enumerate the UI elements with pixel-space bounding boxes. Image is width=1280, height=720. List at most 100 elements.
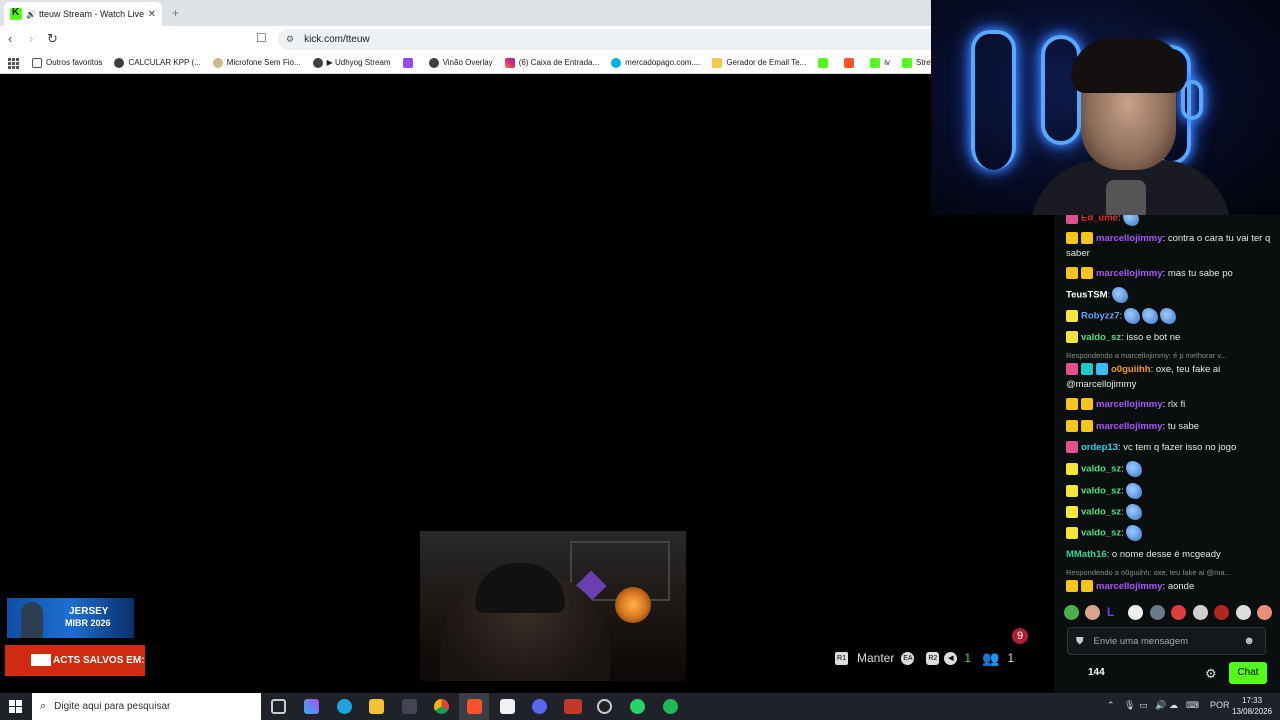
- bookmark-item[interactable]: Gerador de Email Te...: [712, 57, 806, 68]
- chat-message[interactable]: ordep13: vc tem q fazer isso no jogo: [1066, 440, 1274, 455]
- emote-icon[interactable]: [1171, 605, 1187, 620]
- bookmark-item[interactable]: CALCULAR KPP (...: [114, 57, 201, 68]
- chat-text: : vc tem q fazer isso no jogo: [1117, 442, 1237, 453]
- apps-grid-icon[interactable]: [8, 57, 19, 69]
- chat-message[interactable]: marcellojimmy: rlx fi: [1066, 397, 1274, 412]
- emote-icon[interactable]: [1064, 605, 1079, 620]
- address-bar[interactable]: ⚙ kick.com/tteuw: [278, 29, 938, 50]
- chat-message[interactable]: Robyzz7:: [1066, 308, 1274, 324]
- emote-icon[interactable]: [1085, 605, 1101, 620]
- chat-message[interactable]: valdo_sz: isso e bot ne: [1066, 330, 1274, 345]
- speaker-tray-icon[interactable]: 🔊: [1155, 700, 1166, 711]
- file-explorer-icon[interactable]: [369, 699, 384, 714]
- chat-username[interactable]: marcellojimmy: [1096, 581, 1163, 592]
- emote-icon[interactable]: [1128, 605, 1144, 620]
- chat-message[interactable]: TeusTSM:: [1066, 287, 1274, 303]
- task-view-icon[interactable]: [271, 699, 286, 714]
- chat-username[interactable]: marcellojimmy: [1096, 233, 1163, 244]
- obs-icon[interactable]: [597, 699, 612, 714]
- language-indicator[interactable]: POR: [1210, 700, 1230, 710]
- bookmark-item[interactable]: iv: [870, 57, 890, 68]
- chat-message[interactable]: valdo_sz:: [1066, 483, 1274, 499]
- chat-username[interactable]: valdo_sz: [1081, 464, 1121, 475]
- chat-message[interactable]: valdo_sz:: [1066, 461, 1274, 477]
- chat-message[interactable]: o0guiihh: oxe, teu fake ai @marcellojimm…: [1066, 362, 1274, 392]
- emote-icon[interactable]: [1235, 605, 1251, 620]
- chat-message[interactable]: valdo_sz:: [1066, 525, 1274, 541]
- chat-message[interactable]: marcellojimmy: tu sabe: [1066, 419, 1274, 434]
- chat-username[interactable]: marcellojimmy: [1096, 399, 1163, 410]
- edge-icon[interactable]: [337, 699, 352, 714]
- bookmark-item[interactable]: mercadopago.com....: [611, 57, 700, 68]
- bookmark-item[interactable]: Microfone Sem Fio...: [212, 57, 301, 68]
- whatsapp-icon[interactable]: [630, 699, 645, 714]
- chat-username[interactable]: o0guiihh: [1111, 364, 1151, 375]
- bookmark-item[interactable]: Strea: [902, 57, 931, 68]
- chrome-icon[interactable]: [434, 699, 449, 714]
- users-icon: 👥: [982, 649, 1000, 666]
- brave-icon[interactable]: [467, 699, 482, 714]
- chat-username[interactable]: marcellojimmy: [1096, 268, 1163, 279]
- network-icon[interactable]: ▭: [1139, 700, 1148, 711]
- bookmark-folder[interactable]: Outros favoritos: [32, 57, 102, 68]
- emote-icon[interactable]: [1214, 605, 1230, 620]
- sub-badge-icon: [1066, 363, 1078, 376]
- chat-username[interactable]: ordep13: [1081, 442, 1118, 453]
- taskbar-search-box[interactable]: ⌕ Digite aqui para pesquisar: [32, 693, 261, 720]
- chat-username[interactable]: valdo_sz: [1081, 332, 1121, 343]
- keyboard-icon[interactable]: ⌨: [1186, 700, 1199, 711]
- chat-message[interactable]: MMath16: o nome desse é mcgeady: [1066, 547, 1274, 562]
- microphone-icon[interactable]: 🎙: [1124, 700, 1135, 711]
- voicemeeter-icon[interactable]: [564, 699, 582, 714]
- clock[interactable]: 17:33 13/08/2026: [1232, 695, 1272, 717]
- speaker-icon[interactable]: 🔊: [26, 10, 36, 19]
- app-icon[interactable]: [402, 699, 417, 714]
- chat-message[interactable]: valdo_sz:: [1066, 504, 1274, 520]
- chat-message[interactable]: marcellojimmy: aonde: [1066, 579, 1274, 594]
- subscriber-badge-icon: [1081, 232, 1093, 245]
- emote-icon[interactable]: [1256, 605, 1272, 620]
- back-icon[interactable]: ‹: [8, 31, 12, 46]
- chat-username[interactable]: valdo_sz: [1081, 507, 1121, 518]
- onedrive-icon[interactable]: ☁: [1169, 700, 1178, 711]
- vegas-icon[interactable]: [500, 699, 515, 714]
- chat-username[interactable]: TeusTSM: [1066, 290, 1108, 301]
- bookmark-item[interactable]: Vinão Overlay: [428, 57, 493, 68]
- tray-chevron-icon[interactable]: ⌃: [1107, 700, 1115, 711]
- emote-icon[interactable]: L: [1107, 605, 1122, 620]
- chat-username[interactable]: valdo_sz: [1081, 486, 1121, 497]
- emote-icon[interactable]: [1149, 605, 1165, 620]
- chat-username[interactable]: MMath16: [1066, 549, 1107, 560]
- chat-message[interactable]: marcellojimmy: contra o cara tu vai ter …: [1066, 231, 1274, 261]
- spotify-icon[interactable]: [663, 699, 678, 714]
- bookmark-label: (6) Caixa de Entrada...: [518, 58, 600, 67]
- chat-username[interactable]: Robyzz7: [1081, 311, 1120, 322]
- bookmark-item[interactable]: ▶ Udhyog Stream: [312, 57, 391, 68]
- copilot-icon[interactable]: [304, 699, 319, 714]
- clock-date: 13/08/2026: [1232, 707, 1273, 716]
- discord-icon[interactable]: [532, 699, 547, 714]
- chat-username[interactable]: marcellojimmy: [1096, 421, 1163, 432]
- chat-username[interactable]: valdo_sz: [1081, 528, 1121, 539]
- site-settings-icon[interactable]: ⚙: [286, 34, 294, 45]
- browser-tab[interactable]: 🔊 tteuw Stream - Watch Live o ✕: [4, 2, 162, 26]
- chat-send-button[interactable]: Chat: [1229, 662, 1267, 684]
- bookmark-item[interactable]: [818, 57, 832, 68]
- bookmark-item[interactable]: [844, 57, 858, 68]
- subscriber-badge-icon: [1081, 420, 1093, 433]
- gear-icon[interactable]: ⚙: [1205, 666, 1217, 682]
- overlay-manter-label: Manter: [857, 651, 895, 665]
- tab-close-icon[interactable]: ✕: [148, 9, 156, 20]
- new-tab-button[interactable]: +: [172, 6, 179, 20]
- forward-icon[interactable]: ›: [29, 31, 33, 46]
- emoji-icon[interactable]: ☻: [1243, 635, 1255, 647]
- bookmark-item[interactable]: (6) Caixa de Entrada...: [504, 57, 600, 68]
- chat-text: : rlx fi: [1162, 399, 1186, 410]
- chat-message[interactable]: marcellojimmy: mas tu sabe po: [1066, 266, 1274, 281]
- bookmark-icon[interactable]: ☐: [256, 31, 267, 45]
- chat-message-input[interactable]: ⛊ Envie uma mensagem ☻: [1067, 627, 1266, 655]
- reload-icon[interactable]: ↻: [47, 31, 58, 47]
- bookmark-item[interactable]: [402, 57, 417, 68]
- windows-start-icon[interactable]: [9, 700, 22, 713]
- emote-icon[interactable]: [1192, 605, 1208, 620]
